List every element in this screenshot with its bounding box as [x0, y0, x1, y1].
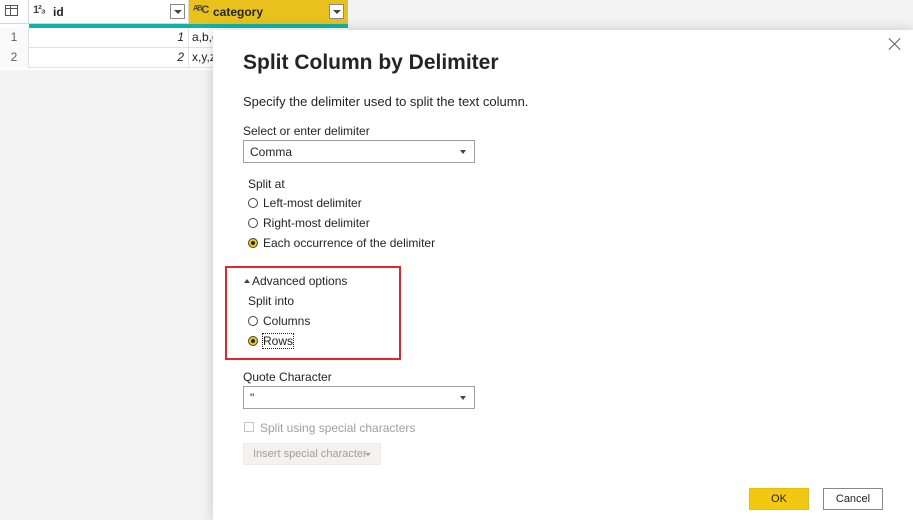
delimiter-value: Comma: [250, 145, 293, 159]
radio-label: Right-most delimiter: [263, 216, 370, 230]
split-into-label: Split into: [248, 294, 295, 308]
column-name-id: id: [53, 5, 64, 19]
radio-circle: [248, 218, 258, 228]
special-characters-checkbox[interactable]: [244, 422, 254, 432]
quote-character-select[interactable]: ": [243, 386, 475, 409]
radio-circle: [248, 316, 258, 326]
text-type-icon[interactable]: ᴬᴮC: [193, 4, 209, 16]
radio-circle-selected: [248, 238, 258, 248]
whole-number-type-icon[interactable]: 1²₃: [33, 4, 46, 16]
insert-special-character-label: Insert special character: [253, 448, 367, 460]
column-filter-dropdown-category[interactable]: [329, 4, 344, 19]
chevron-down-icon: [460, 396, 466, 400]
quote-character-value: ": [250, 391, 255, 405]
cell-id[interactable]: 1: [29, 28, 189, 48]
table-menu-button[interactable]: [0, 0, 29, 24]
expand-triangle-icon[interactable]: [244, 279, 250, 283]
radio-circle: [248, 198, 258, 208]
chevron-down-icon: [460, 150, 466, 154]
radio-label: Rows: [261, 333, 295, 349]
column-header-id[interactable]: 1²₃ id: [29, 0, 189, 24]
table-icon: [5, 5, 18, 16]
chevron-down-icon: [365, 453, 371, 456]
delimiter-select[interactable]: Comma: [243, 140, 475, 163]
radio-circle-selected: [248, 336, 258, 346]
cell-id[interactable]: 2: [29, 48, 189, 68]
quote-character-label: Quote Character: [243, 370, 332, 384]
column-header-category[interactable]: ᴬᴮC category: [189, 0, 348, 24]
row-number: 2: [0, 48, 29, 68]
column-filter-dropdown-id[interactable]: [170, 4, 185, 19]
radio-label: Columns: [263, 314, 311, 328]
radio-label: Left-most delimiter: [263, 196, 362, 210]
radio-label: Each occurrence of the delimiter: [263, 236, 436, 250]
split-column-dialog: Split Column by Delimiter Specify the de…: [213, 30, 913, 520]
special-characters-label: Split using special characters: [260, 421, 416, 435]
delimiter-label: Select or enter delimiter: [243, 124, 370, 138]
column-name-category: category: [213, 5, 264, 19]
cancel-button[interactable]: Cancel: [823, 488, 883, 510]
advanced-options-toggle[interactable]: Advanced options: [252, 274, 347, 288]
row-number: 1: [0, 28, 29, 48]
dialog-title: Split Column by Delimiter: [243, 51, 499, 74]
insert-special-character-button[interactable]: Insert special character: [243, 443, 381, 465]
split-at-label: Split at: [248, 177, 285, 191]
close-icon[interactable]: [887, 36, 903, 52]
ok-button[interactable]: OK: [749, 488, 809, 510]
dialog-description: Specify the delimiter used to split the …: [243, 94, 529, 109]
